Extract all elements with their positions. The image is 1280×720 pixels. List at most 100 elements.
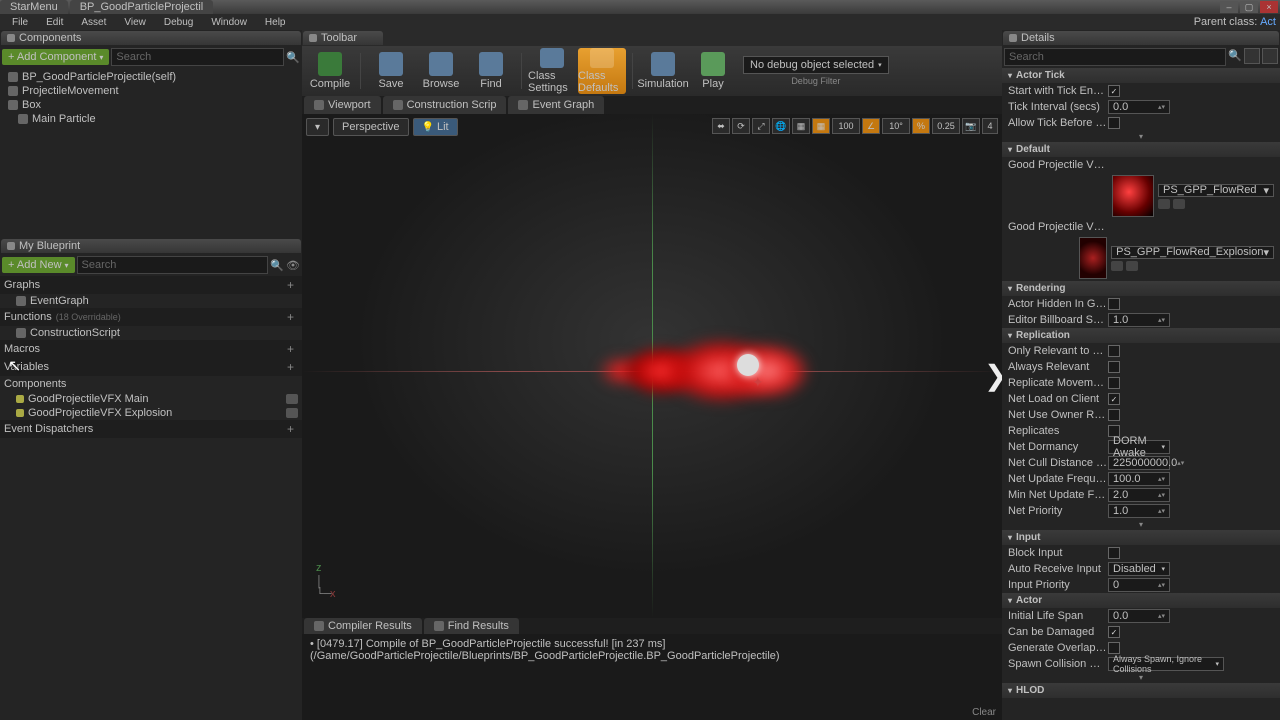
lit-mode-dropdown[interactable]: 💡Lit [413,118,458,136]
cat-hlod[interactable]: HLOD [1002,683,1280,698]
myblueprint-search[interactable]: Search [77,256,268,274]
scale-snap-value[interactable]: 0.25 [932,118,960,134]
maximize-button[interactable]: ▢ [1240,1,1258,13]
debug-object-dropdown[interactable]: No debug object selected▾ [743,56,889,74]
browse-icon[interactable] [1126,261,1138,271]
compile-button[interactable]: Compile [306,48,354,94]
menu-debug[interactable]: Debug [156,16,201,29]
next-slide-arrow[interactable]: ❯ [984,356,1002,396]
use-selected-icon[interactable] [1158,199,1170,209]
cat-actor[interactable]: Actor [1002,593,1280,608]
add-variable-button[interactable]: + [283,360,298,374]
checkbox-net-load[interactable]: ✓ [1108,393,1120,405]
search-icon[interactable]: 🔍 [270,258,284,272]
component-mainparticle[interactable]: Main Particle [0,112,302,126]
scale-tool[interactable]: ⤢ [752,118,770,134]
browse-button[interactable]: Browse [417,48,465,94]
component-projectilemovement[interactable]: ProjectileMovement [0,84,302,98]
parent-class-link[interactable]: Act [1260,16,1276,28]
cat-components-vars[interactable]: Components [0,376,302,392]
components-panel-tab[interactable]: Components [1,31,301,45]
var-vfx-main[interactable]: GoodProjectileVFX Main [0,392,302,406]
angle-snap-toggle[interactable]: ∠ [862,118,880,134]
world-local-toggle[interactable]: 🌐 [772,118,790,134]
input-input-priority[interactable]: 0▴▾ [1108,578,1170,592]
item-eventgraph[interactable]: EventGraph [0,294,302,308]
simulation-button[interactable]: Simulation [639,48,687,94]
close-button[interactable]: × [1260,1,1278,13]
transform-gizmo[interactable]: ✦ [752,374,764,391]
menu-help[interactable]: Help [257,16,294,29]
dropdown-auto-receive[interactable]: Disabled▾ [1108,562,1170,576]
add-graph-button[interactable]: + [283,278,298,292]
thumbnail-vfx-explosion[interactable] [1079,237,1108,279]
search-icon[interactable]: 🔍 [1228,48,1242,62]
input-cull[interactable]: 225000000.0▴▾ [1108,456,1170,470]
translate-tool[interactable]: ⬌ [712,118,730,134]
cat-input[interactable]: Input [1002,530,1280,545]
input-net-priority[interactable]: 1.0▴▾ [1108,504,1170,518]
tab-find-results[interactable]: Find Results [424,618,519,634]
cat-macros[interactable]: Macros+ [0,340,302,358]
eye-icon[interactable]: 👁 [286,258,300,272]
details-panel-tab[interactable]: Details [1003,31,1279,45]
menu-file[interactable]: File [4,16,36,29]
component-box[interactable]: Box [0,98,302,112]
use-selected-icon[interactable] [1111,261,1123,271]
tab-construction-script[interactable]: Construction Scrip [383,96,507,114]
eye-icon[interactable] [1262,48,1278,64]
cat-replication[interactable]: Replication [1002,328,1280,343]
angle-snap-value[interactable]: 10° [882,118,910,134]
visibility-toggle[interactable] [286,408,298,418]
var-vfx-explosion[interactable]: GoodProjectileVFX Explosion [0,406,302,420]
components-search[interactable]: Search [111,48,284,66]
perspective-dropdown[interactable]: Perspective [333,118,408,136]
tab-event-graph[interactable]: Event Graph [508,96,604,114]
search-icon[interactable]: 🔍 [286,50,300,64]
cat-actor-tick[interactable]: Actor Tick [1002,68,1280,83]
surface-snap[interactable]: ▦ [792,118,810,134]
input-tick-interval[interactable]: 0.0▴▾ [1108,100,1170,114]
tab-compiler-results[interactable]: Compiler Results [304,618,422,634]
dropdown-dormancy[interactable]: DORM Awake▾ [1108,440,1170,454]
checkbox-damaged[interactable]: ✓ [1108,626,1120,638]
thumbnail-vfx-main[interactable] [1112,175,1154,217]
input-min-update[interactable]: 2.0▴▾ [1108,488,1170,502]
visibility-toggle[interactable] [286,394,298,404]
menu-view[interactable]: View [116,16,154,29]
cat-graphs[interactable]: Graphs+ [0,276,302,294]
class-defaults-button[interactable]: Class Defaults [578,48,626,94]
property-matrix-button[interactable] [1244,48,1260,64]
cat-variables[interactable]: Variables+ [0,358,302,376]
viewport-menu-button[interactable]: ▾ [306,118,329,136]
component-root[interactable]: BP_GoodParticleProjectile(self) [0,70,302,84]
expand-toggle[interactable]: ▾ [1002,672,1280,683]
tab-viewport[interactable]: Viewport [304,96,381,114]
minimize-button[interactable]: – [1220,1,1238,13]
checkbox-allow-tick[interactable] [1108,117,1120,129]
checkbox-start-tick[interactable]: ✓ [1108,85,1120,97]
class-settings-button[interactable]: Class Settings [528,48,576,94]
checkbox-always-relevant[interactable] [1108,361,1120,373]
clear-button[interactable]: Clear [972,707,996,718]
checkbox-net-use-owner[interactable] [1108,409,1120,421]
expand-toggle[interactable]: ▾ [1002,131,1280,142]
scale-snap-toggle[interactable]: % [912,118,930,134]
grid-snap-toggle[interactable]: ▦ [812,118,830,134]
add-macro-button[interactable]: + [283,342,298,356]
camera-speed[interactable]: 📷 [962,118,980,134]
checkbox-overlap[interactable] [1108,642,1120,654]
dropdown-vfx-main[interactable]: PS_GPP_FlowRed▾ [1158,184,1274,197]
expand-toggle[interactable]: ▾ [1002,519,1280,530]
rotate-tool[interactable]: ⟳ [732,118,750,134]
find-button[interactable]: Find [467,48,515,94]
viewport[interactable]: ▾ Perspective 💡Lit ⬌ ⟳ ⤢ 🌐 ▦ ▦ 100 ∠ 10°… [302,114,1002,618]
checkbox-only-relevant[interactable] [1108,345,1120,357]
menu-edit[interactable]: Edit [38,16,71,29]
input-billboard[interactable]: 1.0▴▾ [1108,313,1170,327]
title-tab-starmenu[interactable]: StarMenu [0,0,68,14]
save-button[interactable]: Save [367,48,415,94]
cat-rendering[interactable]: Rendering [1002,281,1280,296]
input-lifespan[interactable]: 0.0▴▾ [1108,609,1170,623]
grid-snap-value[interactable]: 100 [832,118,860,134]
